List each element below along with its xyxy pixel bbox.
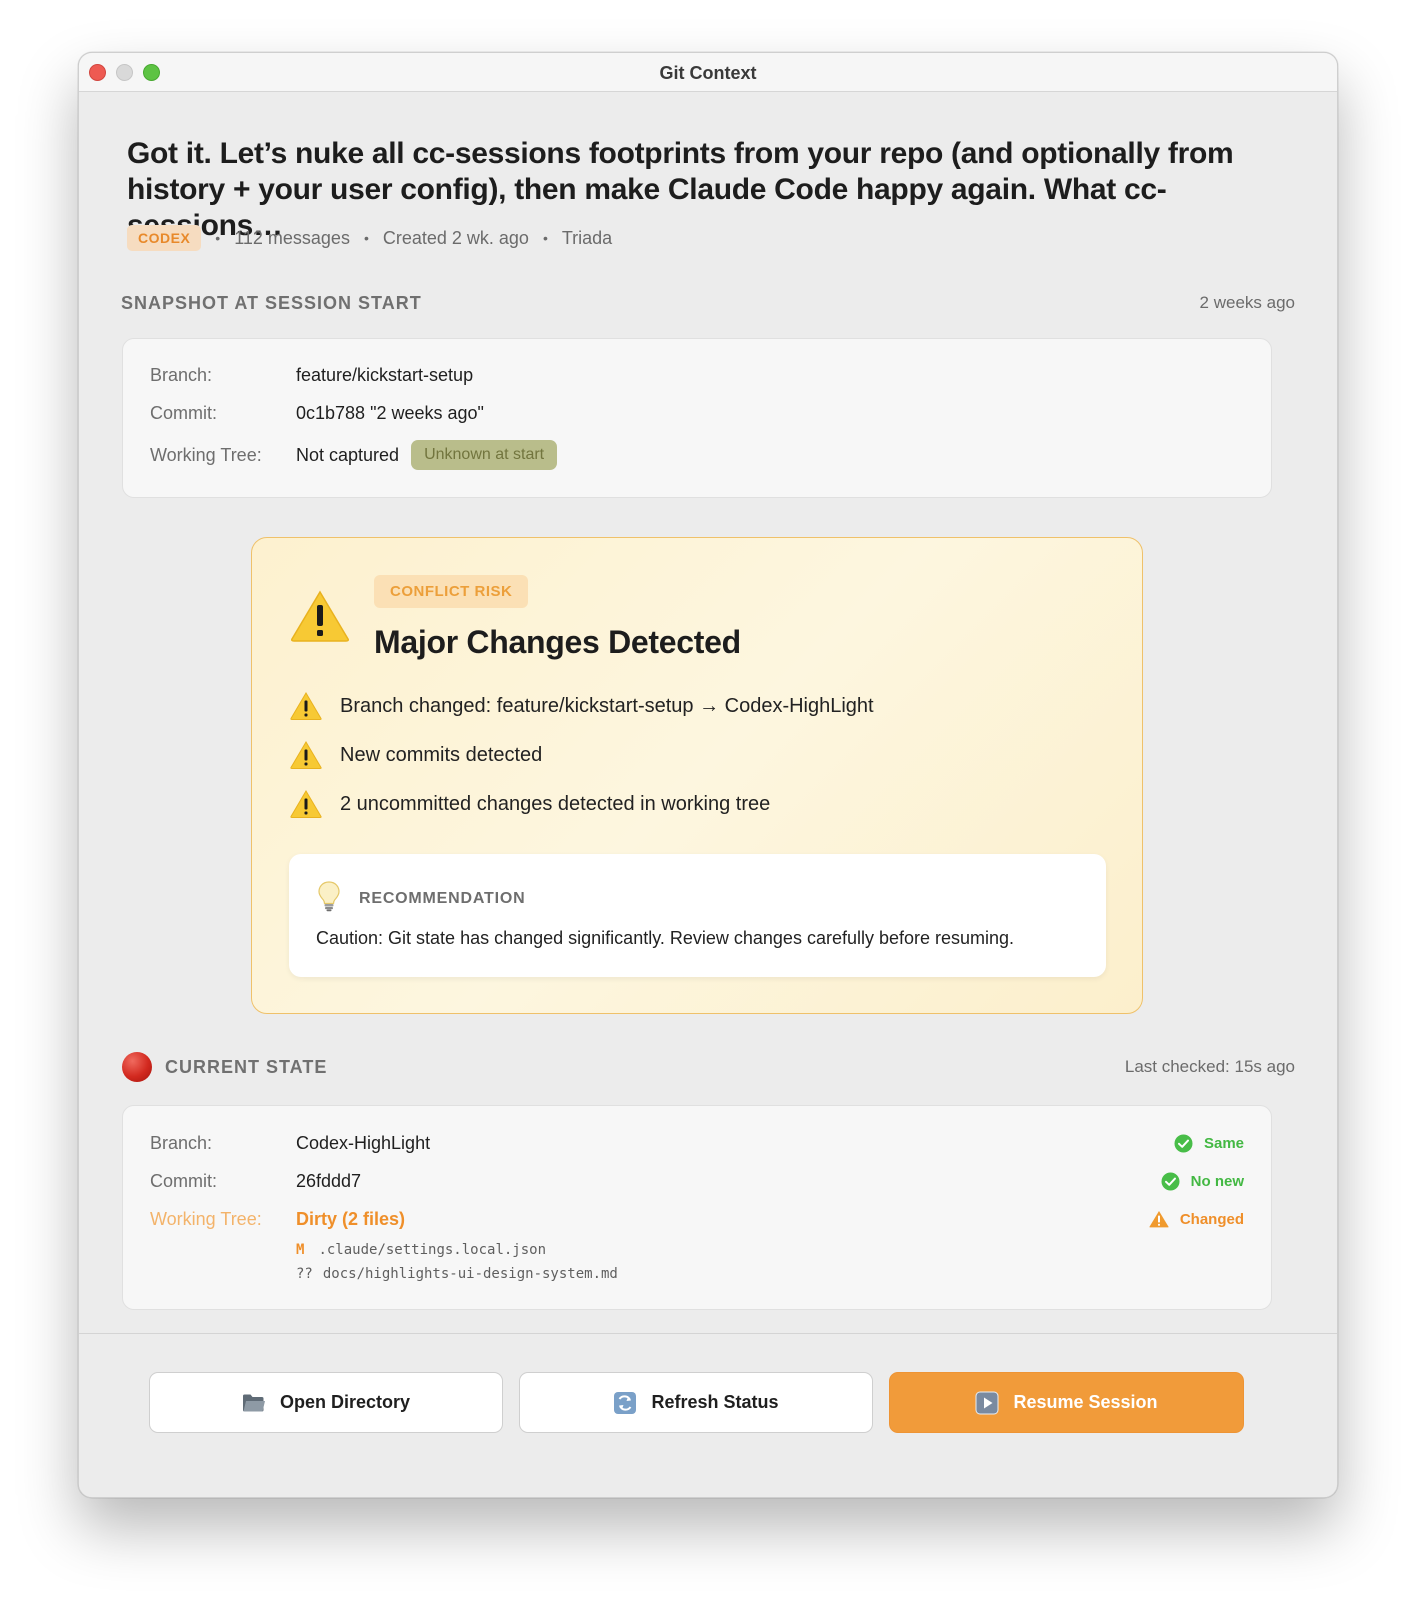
file-status-untracked: ??: [296, 1266, 313, 1282]
session-meta: CODEX • 112 messages • Created 2 wk. ago…: [127, 225, 612, 251]
conflict-item-text: New commits detected: [340, 743, 543, 766]
lightbulb-icon: [317, 880, 341, 917]
resume-session-label: Resume Session: [1013, 1392, 1158, 1412]
file-path: docs/highlights-ui-design-system.md: [322, 1266, 618, 1282]
branch-status-text: Same: [1203, 1135, 1244, 1152]
working-tree-label: Working Tree:: [150, 1209, 262, 1229]
warning-icon: [290, 790, 322, 818]
git-context-window: Git Context Got it. Let’s nuke all cc-se…: [78, 52, 1338, 1498]
last-checked: Last checked: 15s ago: [1124, 1057, 1295, 1076]
current-state-card: Branch: Codex-HighLight Same Commit: 26f…: [122, 1105, 1272, 1310]
check-circle-icon: [1174, 1134, 1193, 1153]
current-tree-row: Working Tree: Dirty (2 files): [150, 1209, 405, 1230]
current-tree-value: Dirty (2 files): [296, 1209, 406, 1229]
warning-icon: [290, 590, 350, 647]
conflict-item-text: 2 uncommitted changes detected in workin…: [340, 792, 771, 815]
conflict-item: 2 uncommitted changes detected in workin…: [290, 790, 770, 818]
refresh-status-button[interactable]: Refresh Status: [519, 1372, 873, 1433]
commit-status-text: No new: [1190, 1173, 1244, 1190]
recommendation-box: RECOMMENDATION Caution: Git state has ch…: [289, 854, 1106, 977]
conflict-risk-badge: CONFLICT RISK: [374, 575, 529, 608]
file-path: .claude/settings.local.json: [318, 1242, 547, 1258]
conflict-title: Major Changes Detected: [374, 624, 741, 660]
unknown-at-start-badge: Unknown at start: [411, 440, 558, 470]
snapshot-tree-value: Not captured: [296, 444, 400, 465]
tree-status-text: Changed: [1179, 1210, 1244, 1228]
title-bar: Git Context: [79, 53, 1337, 92]
changed-file-row: ?? docs/highlights-ui-design-system.md: [296, 1266, 618, 1282]
recommendation-text: Caution: Git state has changed significa…: [316, 928, 1015, 948]
snapshot-section-label: SNAPSHOT AT SESSION START: [121, 293, 422, 313]
branch-label: Branch:: [150, 1133, 213, 1153]
status-red-dot-icon: [122, 1052, 152, 1082]
current-commit-value: 26fddd7: [296, 1171, 362, 1191]
conflict-item: New commits detected: [290, 741, 542, 769]
warning-icon: [290, 741, 322, 769]
window-title: Git Context: [659, 63, 757, 83]
open-directory-label: Open Directory: [279, 1392, 411, 1412]
commit-label: Commit:: [150, 403, 217, 423]
message-count: 112 messages: [234, 227, 350, 248]
snapshot-card: Branch: feature/kickstart-setup Commit: …: [122, 338, 1272, 498]
current-commit-row: Commit: 26fddd7: [150, 1171, 361, 1192]
separator-dot: •: [215, 230, 221, 246]
refresh-icon: [613, 1391, 637, 1415]
conflict-item-text: Branch changed: feature/kickstart-setup …: [340, 694, 874, 717]
project-name: Triada: [561, 227, 613, 248]
folder-icon: [242, 1393, 266, 1413]
file-status-modified: M: [296, 1242, 305, 1258]
branch-label: Branch:: [150, 365, 213, 385]
conflict-risk-card: CONFLICT RISK Major Changes Detected Bra…: [251, 537, 1143, 1014]
current-branch-value: Codex-HighLight: [296, 1133, 431, 1153]
snapshot-branch-row: Branch: feature/kickstart-setup: [150, 365, 473, 386]
tree-status: Changed: [1149, 1210, 1244, 1228]
play-icon: [975, 1391, 999, 1415]
resume-session-button[interactable]: Resume Session: [889, 1372, 1244, 1433]
check-circle-icon: [1161, 1172, 1180, 1191]
current-branch-row: Branch: Codex-HighLight: [150, 1133, 430, 1154]
warning-icon: [290, 692, 322, 720]
snapshot-age: 2 weeks ago: [1199, 293, 1295, 312]
snapshot-commit-row: Commit: 0c1b788 "2 weeks ago": [150, 403, 484, 424]
recommendation-header: RECOMMENDATION: [317, 880, 525, 917]
snapshot-commit-value: 0c1b788 "2 weeks ago": [296, 403, 484, 423]
action-footer: Open Directory Refresh Status Resume Ses…: [79, 1333, 1337, 1497]
refresh-status-label: Refresh Status: [651, 1392, 779, 1412]
warning-icon: [1149, 1211, 1169, 1228]
working-tree-label: Working Tree:: [150, 444, 262, 465]
separator-dot: •: [363, 230, 369, 246]
separator-dot: •: [542, 230, 548, 246]
commit-status: No new: [1161, 1172, 1244, 1191]
open-directory-button[interactable]: Open Directory: [149, 1372, 503, 1433]
conflict-item: Branch changed: feature/kickstart-setup …: [290, 692, 874, 720]
commit-label: Commit:: [150, 1171, 217, 1191]
source-badge: CODEX: [127, 225, 202, 251]
changed-file-row: M .claude/settings.local.json: [296, 1242, 546, 1258]
created-time: Created 2 wk. ago: [382, 227, 529, 248]
branch-status: Same: [1174, 1134, 1244, 1153]
snapshot-tree-row: Working Tree: Not captured Unknown at st…: [150, 440, 558, 470]
snapshot-branch-value: feature/kickstart-setup: [296, 365, 474, 385]
recommendation-label: RECOMMENDATION: [359, 889, 526, 907]
current-state-label: CURRENT STATE: [165, 1057, 328, 1077]
